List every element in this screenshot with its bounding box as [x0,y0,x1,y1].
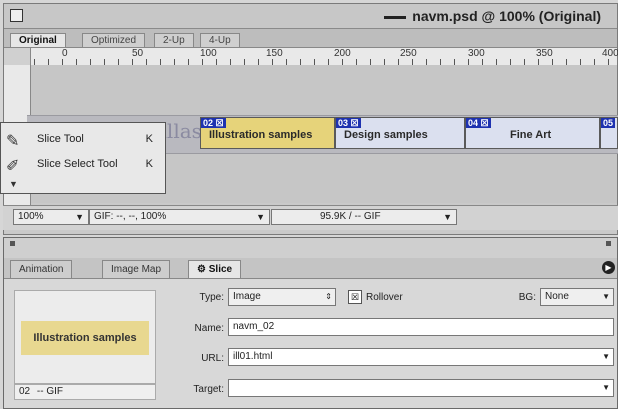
rollover-label: Rollover [366,292,403,303]
bg-label: BG: [518,292,536,303]
tab-slice[interactable]: ⚙ Slice [188,260,242,278]
dropdown-arrow-icon: ▼ [602,383,610,392]
ruler-label: 350 [536,48,553,59]
slice-badge: 04 ☒ [466,118,491,128]
slice-badge: 02 ☒ [201,118,226,128]
dropdown-arrow-icon: ▼ [75,212,84,222]
size-info-select[interactable]: 95.9K / -- GIF ▼ [271,209,457,225]
slice-05[interactable]: 05 [600,117,618,149]
status-bar: 100% ▼ GIF: --, --, 100% ▼ 95.9K / -- GIF ▼ [3,205,618,230]
palette-title-bar[interactable] [4,238,617,259]
preview-image: Illustration samples [21,321,149,355]
tab-2-up[interactable]: 2-Up [154,33,194,48]
tab-image-map[interactable]: Image Map [102,260,171,278]
palette-close-icon[interactable] [10,241,15,246]
ruler-label: 300 [468,48,485,59]
tab-original[interactable]: Original [10,33,66,48]
slice-preview: Illustration samples [14,290,156,384]
type-select[interactable]: Image ⇕ [228,288,336,306]
slice-label: Fine Art [510,129,552,141]
slice-02[interactable]: 02 ☒ Illustration samples [200,117,335,149]
target-field[interactable]: ▼ [228,379,614,397]
rollover-checkbox[interactable]: ☒ [348,290,362,304]
palette-collapse-icon[interactable] [606,241,611,246]
dropdown-arrow-icon: ▼ [602,352,610,361]
slice-tool-flyout: ✎ Slice Tool K ✐ Slice Select Tool K ▼ [0,122,166,194]
url-label: URL: [201,353,224,364]
menu-item-shortcut: K [145,133,153,145]
menu-item-shortcut: K [145,158,153,170]
name-field[interactable]: navm_02 [228,318,614,336]
ruler-label: 150 [266,48,283,59]
modified-dash-icon [384,15,407,19]
slice-label: Illustration samples [209,129,313,141]
menu-item-slice-select-tool[interactable]: ✐ Slice Select Tool K [1,153,165,175]
slice-03[interactable]: 03 ☒ Design samples [335,117,465,149]
tab-animation[interactable]: Animation [10,260,73,278]
ruler-label: 250 [400,48,417,59]
title-bar: navm.psd @ 100% (Original) [4,4,617,29]
ruler-label: 50 [132,48,144,59]
close-box[interactable] [10,9,23,22]
slice-number: 02 [19,386,31,397]
url-field[interactable]: ill01.html ▼ [228,348,614,366]
tab-4-up[interactable]: 4-Up [200,33,240,48]
dropdown-arrow-icon: ▼ [602,292,610,301]
slice-format: -- GIF [36,386,64,397]
horizontal-ruler: 0 50 100 150 200 250 300 350 400 [4,47,618,66]
slice-knife-icon: ✎ [6,133,20,150]
view-tabs: Original Optimized 2-Up 4-Up [4,29,617,48]
slice-tab-icon: ⚙ [197,264,209,275]
ruler-label: 400 [602,48,618,59]
dropdown-arrow-icon: ▼ [256,212,265,222]
flyout-arrow-icon: ▼ [9,179,18,189]
bg-select[interactable]: None ▼ [540,288,614,306]
optimization-info-select[interactable]: GIF: --, --, 100% ▼ [89,209,270,225]
menu-item-label: Slice Select Tool [37,158,118,170]
type-label: Type: [199,292,224,303]
tab-optimized[interactable]: Optimized [82,33,146,48]
name-label: Name: [194,323,224,334]
window-title: navm.psd @ 100% (Original) [384,8,601,24]
ruler-label: 0 [62,48,68,59]
zoom-select[interactable]: 100% ▼ [13,209,89,225]
ruler-label: 200 [334,48,351,59]
slice-select-icon: ✐ [6,158,20,175]
preview-info: 02 -- GIF [14,384,156,400]
ruler-corner [4,48,31,65]
slice-label: Design samples [344,129,428,141]
slice-badge: 05 [601,118,616,128]
dropdown-arrow-icon: ▼ [443,212,452,222]
app-root: navm.psd @ 100% (Original) Original Opti… [0,0,618,409]
target-label: Target: [193,384,224,395]
stepper-arrows-icon: ⇕ [325,292,332,301]
menu-item-label: Slice Tool [37,133,84,145]
ruler-label: 100 [200,48,217,59]
palette-menu-icon[interactable]: ▶ [602,261,615,274]
menu-item-slice-tool[interactable]: ✎ Slice Tool K [1,128,165,150]
slice-04[interactable]: 04 ☒ Fine Art [465,117,600,149]
slice-palette: Animation Image Map ⚙ Slice ▶ Illustrati… [3,237,618,409]
palette-tabs: Animation Image Map ⚙ Slice ▶ [4,258,617,279]
slice-badge: 03 ☒ [336,118,361,128]
